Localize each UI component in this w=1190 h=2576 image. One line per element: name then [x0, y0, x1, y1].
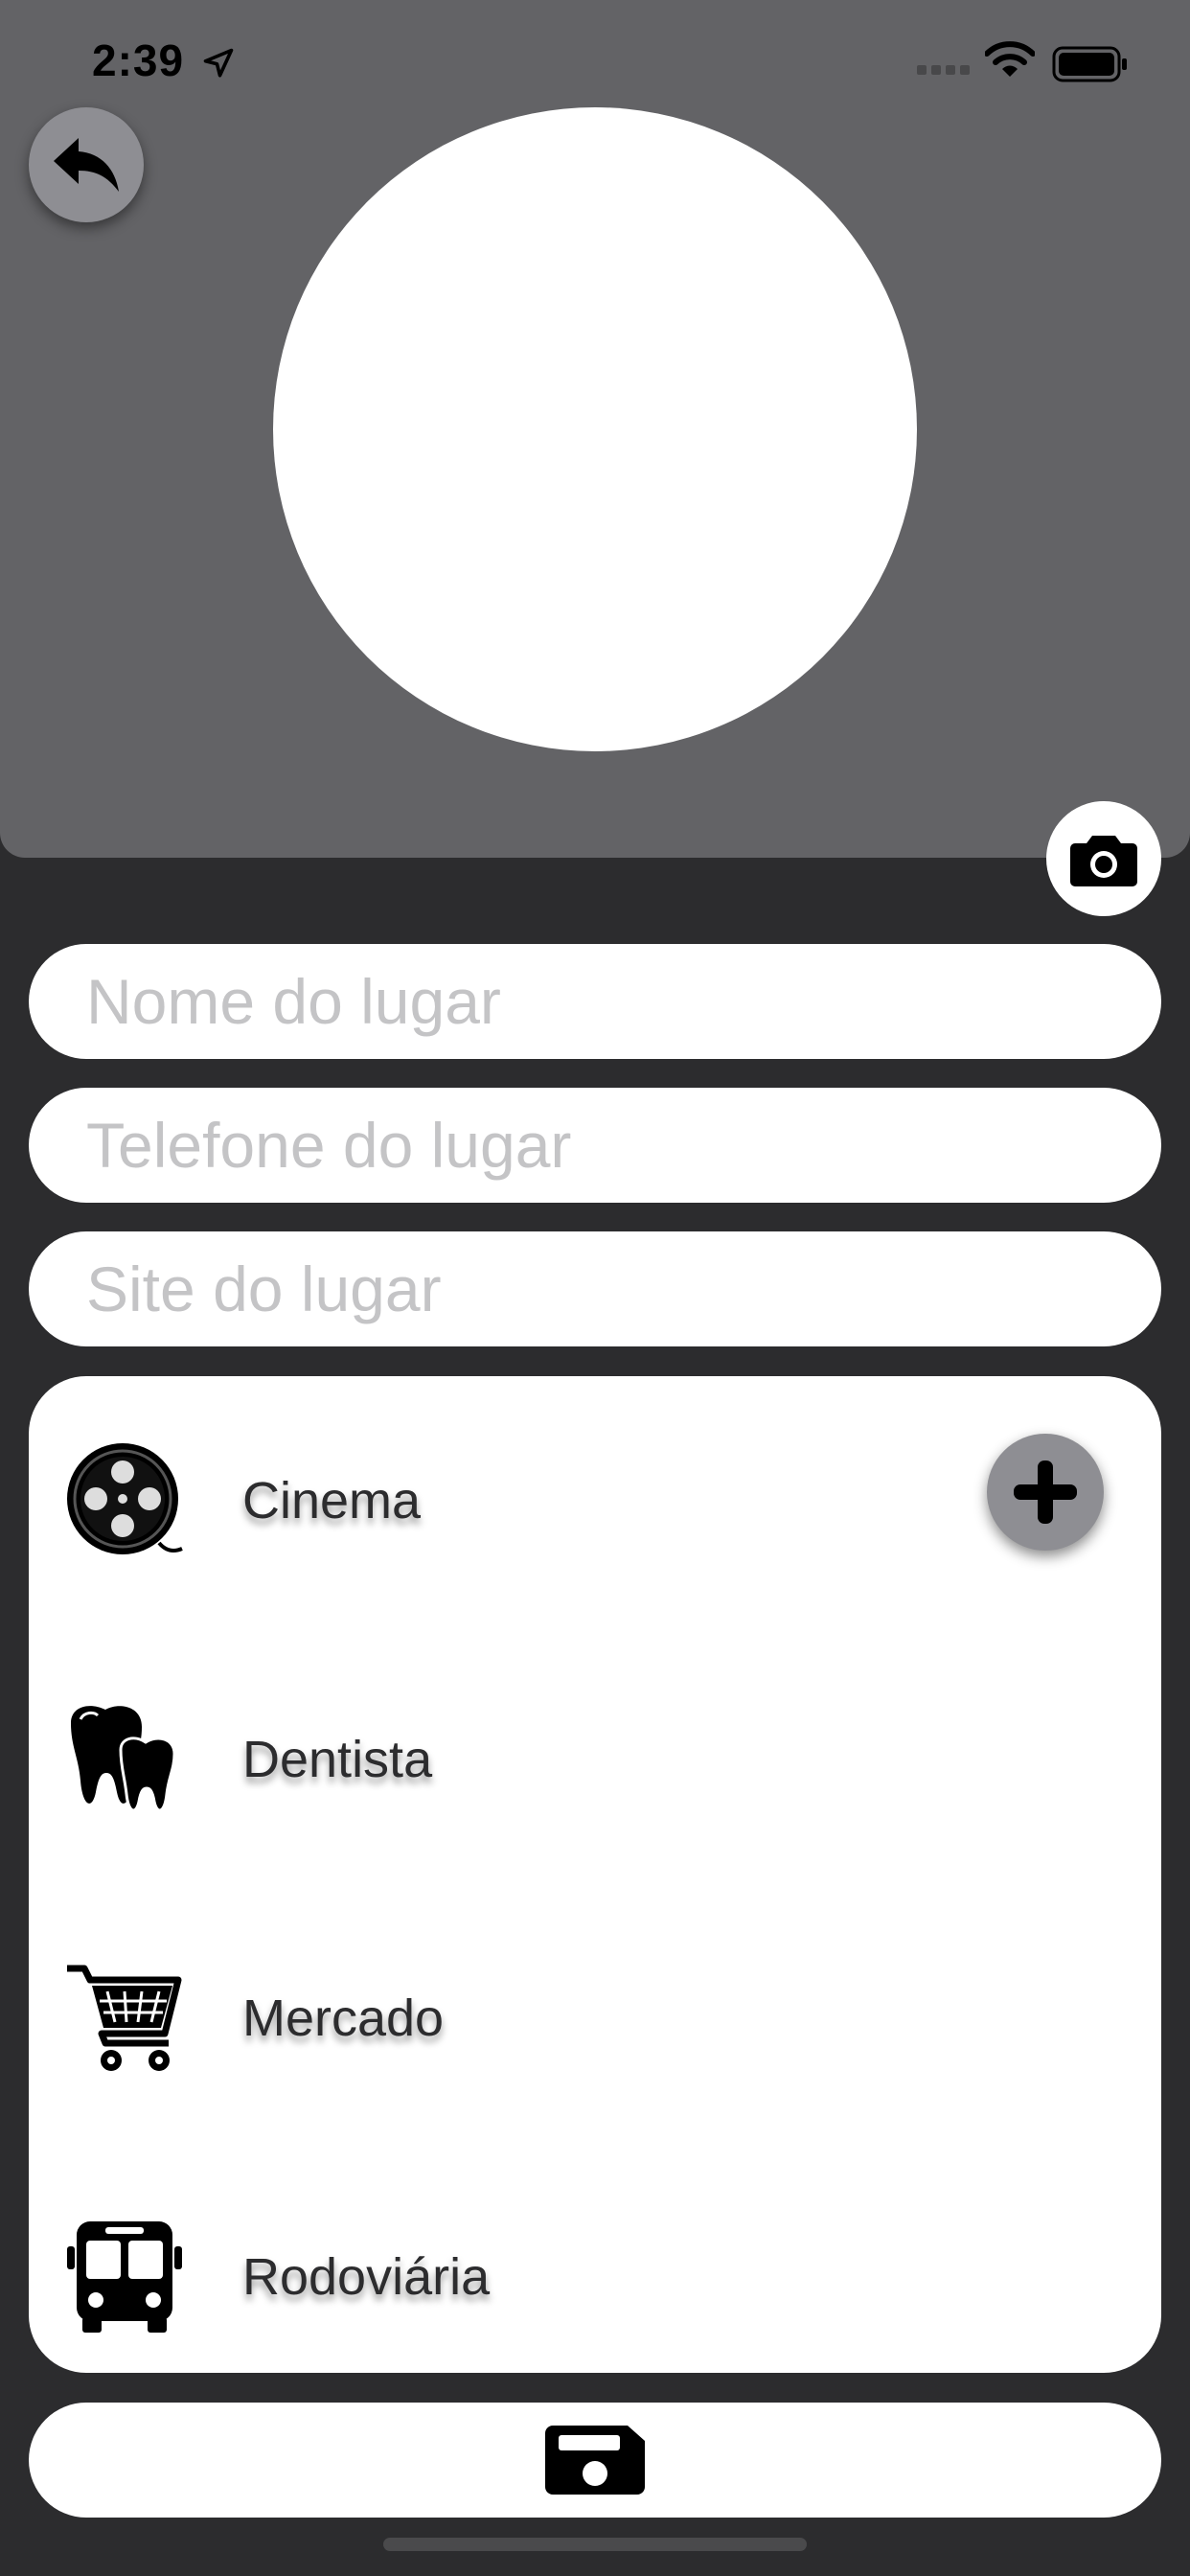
place-photo[interactable] — [273, 107, 917, 751]
category-label: Cinema — [242, 1472, 422, 1530]
category-item-dentista[interactable]: Dentista — [29, 1688, 1161, 1831]
category-label: Dentista — [242, 1731, 433, 1788]
place-phone-input[interactable] — [29, 1088, 1161, 1203]
tooth-icon — [65, 1700, 184, 1819]
plus-icon — [1014, 1460, 1077, 1524]
shopping-cart-icon — [65, 1959, 184, 2078]
home-indicator — [383, 2538, 807, 2551]
category-list[interactable]: Cinema Dentista Mercado Rodoviária — [29, 1376, 1161, 2373]
save-button[interactable] — [29, 2403, 1161, 2518]
back-button[interactable] — [29, 107, 144, 222]
add-category-button[interactable] — [987, 1434, 1104, 1551]
camera-icon — [1070, 836, 1137, 886]
category-label: Rodoviária — [242, 2248, 491, 2306]
floppy-disk-icon — [545, 2426, 645, 2495]
bus-icon — [65, 2218, 184, 2336]
battery-icon — [1052, 46, 1127, 82]
wifi-icon — [985, 41, 1035, 77]
category-label: Mercado — [242, 1990, 445, 2047]
film-reel-icon — [65, 1441, 184, 1560]
place-name-input[interactable] — [29, 944, 1161, 1059]
reply-arrow-icon — [54, 138, 119, 192]
place-site-input[interactable] — [29, 1231, 1161, 1346]
signal-icon — [917, 65, 970, 75]
location-arrow-icon — [203, 48, 234, 78]
category-item-rodoviaria[interactable]: Rodoviária — [29, 2205, 1161, 2349]
category-item-mercado[interactable]: Mercado — [29, 1946, 1161, 2090]
camera-button[interactable] — [1046, 801, 1161, 916]
status-time: 2:39 — [92, 35, 185, 85]
